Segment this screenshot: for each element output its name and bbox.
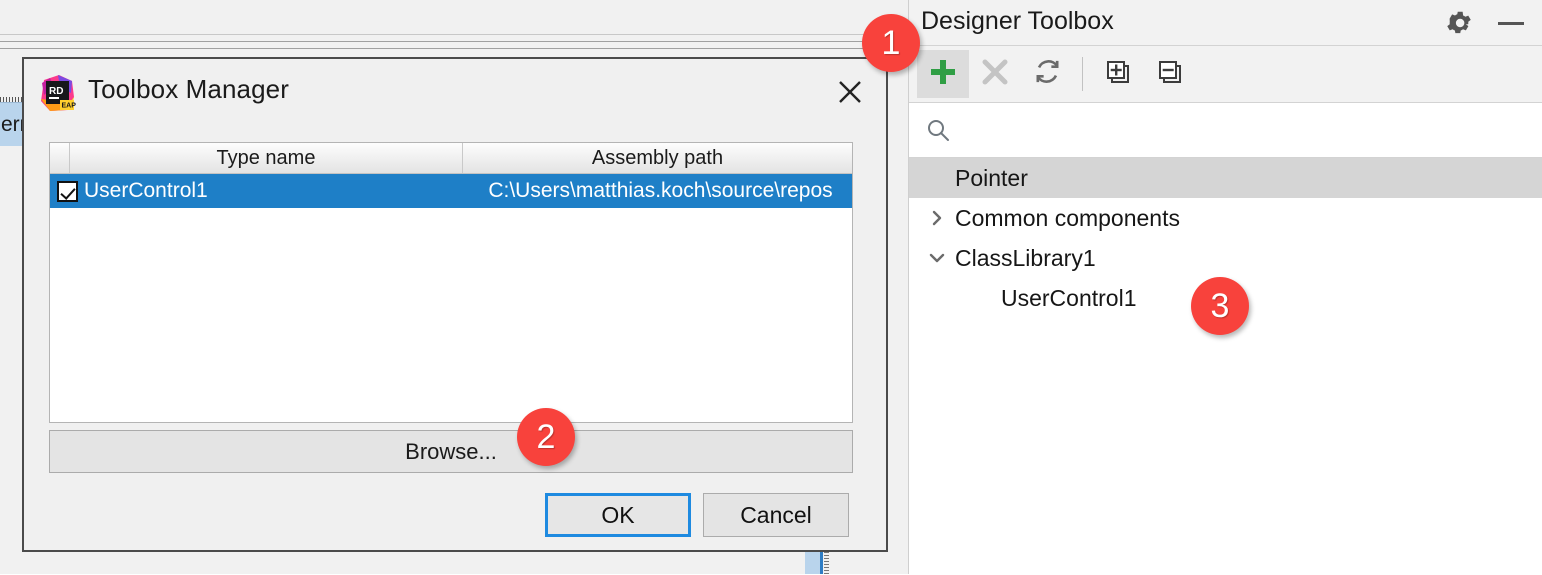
refresh-icon	[1033, 57, 1062, 91]
step-badge-3: 3	[1191, 277, 1249, 335]
tree-item-label: UserControl1	[1001, 284, 1137, 311]
ok-button[interactable]: OK	[545, 493, 691, 537]
row-assembly-path: C:\Users\matthias.koch\source\repos	[488, 179, 833, 202]
table-row[interactable]: UserControl1 C:\Users\matthias.koch\sour…	[50, 174, 852, 208]
tree-item-pointer[interactable]: Pointer	[909, 158, 1542, 198]
gear-icon[interactable]	[1444, 8, 1474, 38]
svg-text:RD: RD	[49, 86, 63, 97]
grid-header-row: Type name Assembly path	[50, 143, 852, 174]
toolbox-toolbar	[909, 46, 1542, 103]
cancel-button[interactable]: Cancel	[703, 493, 849, 537]
toolwindow-header: Designer Toolbox	[909, 0, 1542, 46]
background-divider-1	[0, 34, 908, 35]
ide-background: ern RD EAP Toolbox Manager	[0, 0, 1542, 575]
dialog-titlebar: RD EAP Toolbox Manager	[24, 59, 886, 121]
svg-text:EAP: EAP	[62, 103, 77, 110]
close-x-icon	[980, 57, 1010, 92]
grid-header-type-name[interactable]: Type name	[70, 143, 463, 173]
step-badge-2: 2	[517, 408, 575, 466]
tree-item-common-components[interactable]: Common components	[909, 198, 1542, 238]
remove-item-button[interactable]	[969, 50, 1021, 98]
collapse-all-icon	[1156, 58, 1184, 91]
row-type-name: UserControl1	[84, 179, 208, 202]
close-icon[interactable]	[830, 72, 870, 112]
search-input[interactable]	[959, 117, 1528, 143]
chevron-right-icon[interactable]	[923, 209, 951, 227]
expand-all-icon	[1104, 58, 1132, 91]
assemblies-grid: Type name Assembly path UserControl1 C:\…	[49, 142, 853, 423]
refresh-button[interactable]	[1021, 50, 1073, 98]
row-checkbox[interactable]	[50, 180, 84, 202]
browse-button[interactable]: Browse...	[49, 430, 853, 473]
toolbox-manager-dialog: RD EAP Toolbox Manager Type name Assembl…	[22, 57, 888, 552]
tree-item-classlibrary1[interactable]: ClassLibrary1	[909, 238, 1542, 278]
minimize-icon[interactable]	[1494, 8, 1528, 38]
search-icon	[925, 117, 951, 143]
background-divider-3	[0, 48, 908, 49]
dialog-title: Toolbox Manager	[88, 74, 289, 104]
checkbox-checked-icon	[56, 180, 78, 202]
rider-eap-icon: RD EAP	[38, 73, 78, 113]
collapse-all-button[interactable]	[1144, 50, 1196, 98]
toolbar-separator	[1082, 57, 1083, 91]
tree-item-label: Common components	[955, 204, 1180, 231]
add-item-button[interactable]	[917, 50, 969, 98]
grid-header-assembly-path[interactable]: Assembly path	[463, 143, 852, 173]
tree-item-label: Pointer	[955, 164, 1028, 191]
plus-icon	[928, 57, 958, 92]
chevron-down-icon[interactable]	[923, 250, 951, 266]
background-divider-2	[0, 41, 908, 42]
page-title: Designer Toolbox	[921, 7, 1114, 35]
toolbox-search-bar	[909, 103, 1542, 158]
grid-header-checkbox-column[interactable]	[50, 143, 70, 173]
step-badge-1: 1	[862, 14, 920, 72]
toolbox-tree: Pointer Common components ClassLibrary1	[909, 158, 1542, 575]
expand-all-button[interactable]	[1092, 50, 1144, 98]
tree-item-label: ClassLibrary1	[955, 244, 1096, 271]
